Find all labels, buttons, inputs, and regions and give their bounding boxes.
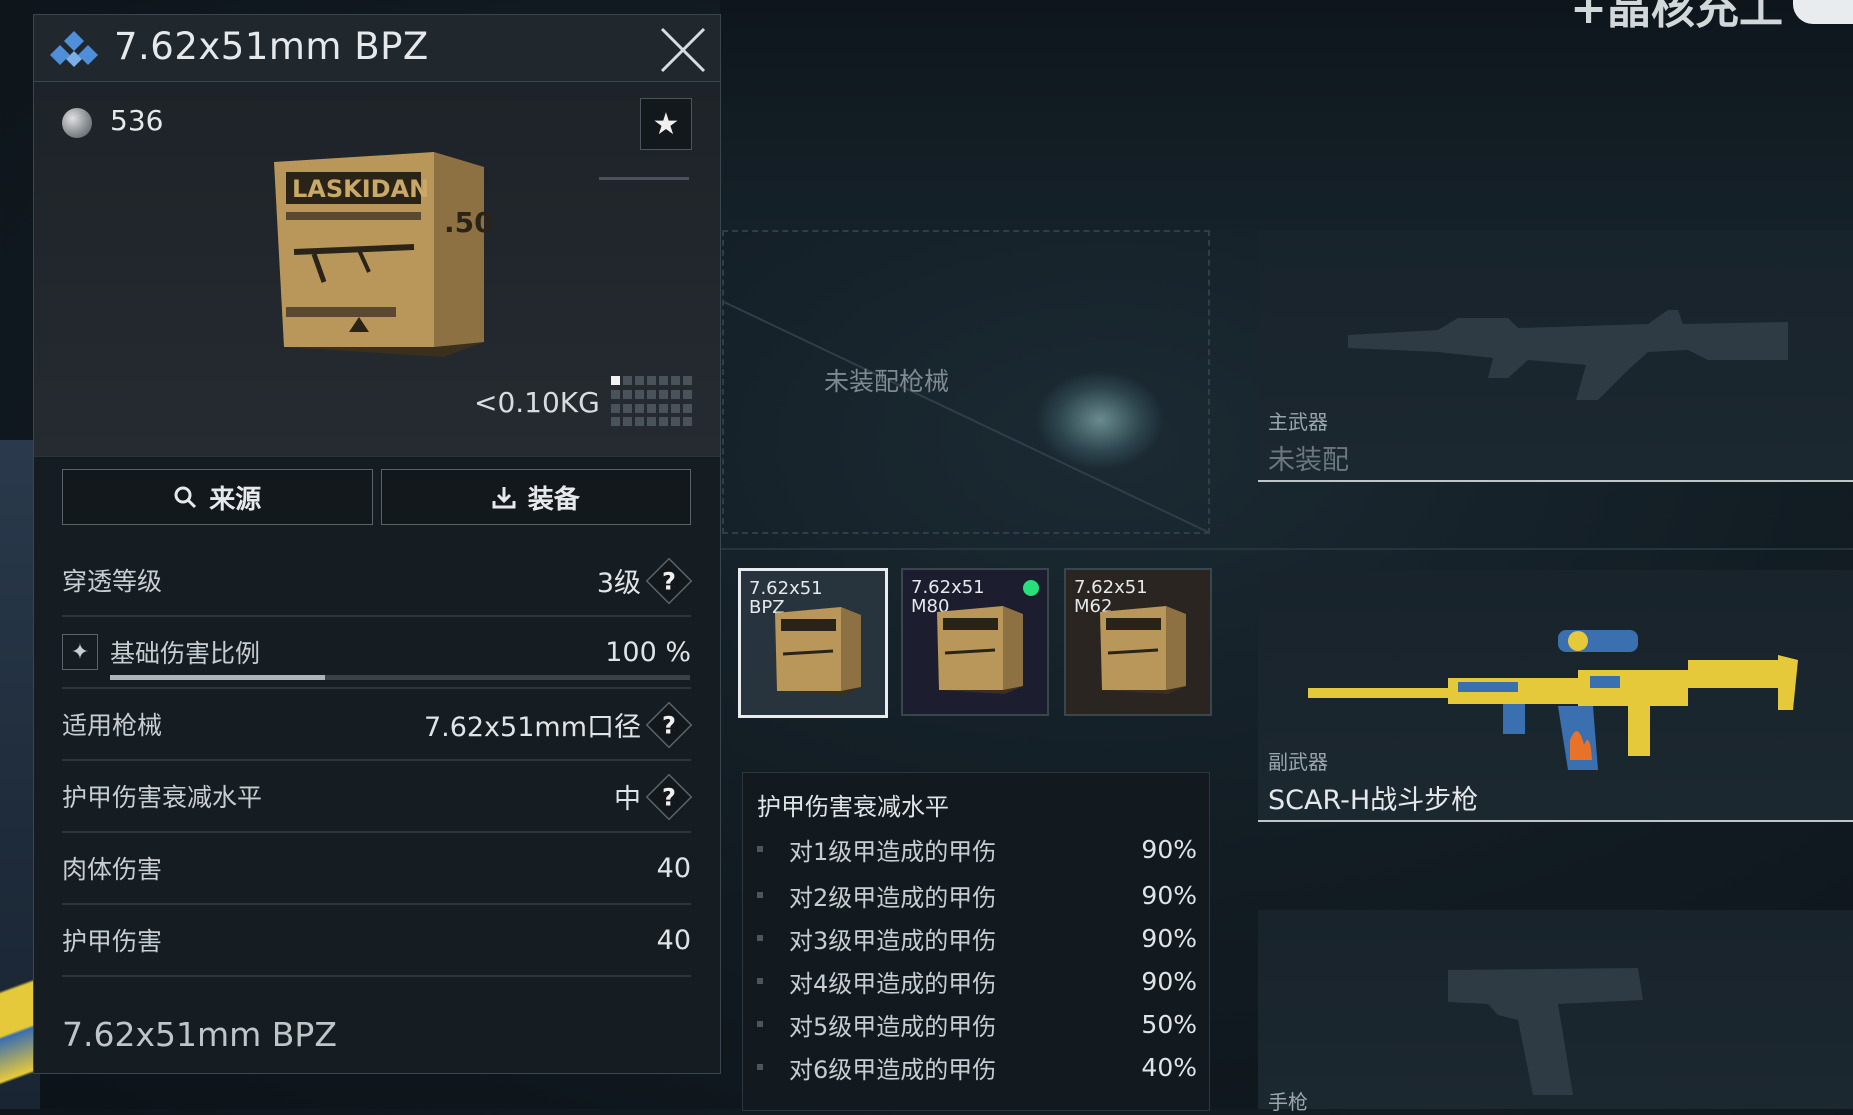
- item-title: 7.62x51mm BPZ: [114, 25, 429, 68]
- close-button[interactable]: [658, 25, 708, 75]
- slot-value: SCAR-H战斗步枪: [1268, 785, 1479, 816]
- light-glow: [1035, 370, 1165, 470]
- ammo-caliber: 7.62x51: [1074, 577, 1148, 598]
- reduction-label: 对1级甲造成的甲伤: [789, 837, 997, 866]
- reduction-row: 对3级甲造成的甲伤 90%: [757, 918, 1197, 958]
- stat-label: 基础伤害比例: [110, 639, 261, 668]
- box-brand-text: LASKIDAN: [292, 175, 429, 203]
- ammo-caliber: 7.62x51: [749, 578, 823, 599]
- reduction-row: 对6级甲造成的甲伤 40%: [757, 1047, 1197, 1087]
- top-corner-text: +晶核充工: [1570, 0, 1783, 34]
- stat-label: 肉体伤害: [62, 855, 163, 884]
- ammo-option-m80[interactable]: 7.62x51 M80: [901, 568, 1049, 716]
- stats-list: 穿透等级 3级 ? ✦ 基础伤害比例 100 % 适用枪械 7.62x51mm口…: [62, 545, 693, 977]
- stat-value: 40: [656, 924, 691, 956]
- slot-label: 主武器: [1268, 410, 1328, 434]
- equip-button-label: 装备: [527, 484, 580, 515]
- coin-icon: [62, 108, 92, 138]
- pistol-slot[interactable]: 手枪: [1258, 910, 1853, 1114]
- reduction-value: 90%: [1141, 923, 1197, 953]
- search-icon: [174, 486, 197, 509]
- rifle-silhouette-icon: [1348, 310, 1788, 400]
- reduction-label: 对4级甲造成的甲伤: [789, 969, 997, 998]
- divider: [720, 548, 1853, 550]
- source-button-label: 来源: [209, 484, 262, 515]
- damage-ratio-bar: [110, 675, 690, 680]
- stat-base-damage: ✦ 基础伤害比例 100 %: [62, 617, 691, 689]
- ammo-box-thumbnail: [937, 606, 1023, 694]
- item-weight: <0.10KG: [474, 386, 600, 419]
- favorite-button[interactable]: ★: [640, 98, 692, 150]
- reduction-value: 90%: [1141, 834, 1197, 864]
- stat-compatible-weapons: 适用枪械 7.62x51mm口径 ?: [62, 689, 693, 761]
- secondary-weapon-slot[interactable]: 副武器 SCAR-H战斗步枪: [1258, 570, 1853, 822]
- question-icon: ?: [662, 782, 676, 812]
- decor-line: [599, 177, 689, 180]
- panel-header: 7.62x51mm BPZ: [34, 15, 720, 82]
- help-button[interactable]: ?: [645, 773, 693, 821]
- equipped-indicator: [1023, 580, 1039, 596]
- scar-h-rifle-image: [1308, 630, 1798, 770]
- tooltip-title: 护甲伤害衰减水平: [757, 793, 949, 821]
- empty-weapon-label: 未装配枪械: [824, 367, 950, 396]
- item-price: 536: [110, 104, 164, 137]
- reduction-label: 对3级甲造成的甲伤: [789, 926, 997, 955]
- reduction-row: 对5级甲造成的甲伤 50%: [757, 1004, 1197, 1044]
- stat-label: 穿透等级: [62, 567, 163, 596]
- damage-ratio-bar-fill: [110, 675, 325, 680]
- question-icon: ?: [662, 566, 676, 596]
- ammo-caliber: 7.62x51: [911, 577, 985, 598]
- stat-value: 3级: [596, 567, 641, 599]
- stat-value: 7.62x51mm口径: [423, 711, 641, 743]
- equip-button[interactable]: 装备: [380, 469, 691, 525]
- star-icon: ★: [652, 106, 680, 142]
- source-button[interactable]: 来源: [62, 469, 373, 525]
- reduction-label: 对6级甲造成的甲伤: [789, 1055, 997, 1084]
- slot-value: 未装配: [1268, 445, 1349, 476]
- stat-value: 中: [614, 783, 641, 815]
- item-size-grid-icon: [611, 376, 692, 428]
- item-preview: 536 ★ LASKIDAN .50 <0.10KG: [34, 82, 720, 457]
- slot-label: 手枪: [1268, 1090, 1308, 1114]
- ammo-option-m62[interactable]: 7.62x51 M62: [1064, 568, 1212, 716]
- reduction-value: 50%: [1141, 1009, 1197, 1039]
- stat-armor-falloff: 护甲伤害衰减水平 中 ?: [62, 761, 693, 833]
- reduction-row: 对4级甲造成的甲伤 90%: [757, 961, 1197, 1001]
- reduction-label: 对5级甲造成的甲伤: [789, 1012, 997, 1041]
- item-detail-panel: 7.62x51mm BPZ 536 ★ LASKIDAN .50 <0.10KG…: [33, 14, 721, 1074]
- help-button[interactable]: ?: [645, 557, 693, 605]
- stat-label: 护甲伤害: [62, 927, 163, 956]
- ammo-box-image: LASKIDAN .50: [274, 152, 494, 357]
- box-caliber-text: .50: [444, 206, 494, 239]
- reduction-row: 对2级甲造成的甲伤 90%: [757, 875, 1197, 915]
- stat-value: 40: [656, 852, 691, 884]
- armor-reduction-tooltip: 护甲伤害衰减水平 对1级甲造成的甲伤 90% 对2级甲造成的甲伤 90% 对3级甲造…: [742, 772, 1210, 1111]
- damage-ratio-icon: ✦: [62, 634, 98, 670]
- reduction-value: 40%: [1141, 1052, 1197, 1082]
- close-icon: [660, 27, 706, 73]
- slot-label: 副武器: [1268, 750, 1328, 774]
- question-icon: ?: [662, 710, 676, 740]
- primary-weapon-slot[interactable]: 主武器 未装配: [1258, 230, 1853, 482]
- action-buttons: 来源 装备: [62, 469, 691, 525]
- ammo-box-thumbnail: [775, 607, 861, 695]
- reduction-row: 对1级甲造成的甲伤 90%: [757, 829, 1197, 869]
- stat-flesh-damage: 肉体伤害 40: [62, 833, 691, 905]
- help-button[interactable]: ?: [645, 701, 693, 749]
- pistol-silhouette-icon: [1448, 968, 1643, 1095]
- reduction-label: 对2级甲造成的甲伤: [789, 883, 997, 912]
- item-name-footer: 7.62x51mm BPZ: [62, 1015, 337, 1054]
- reduction-value: 90%: [1141, 966, 1197, 996]
- stat-penetration: 穿透等级 3级 ?: [62, 545, 693, 617]
- ammo-box-thumbnail: [1100, 606, 1186, 694]
- corner-arrow-icon[interactable]: [1793, 0, 1853, 24]
- reduction-value: 90%: [1141, 880, 1197, 910]
- stat-label: 护甲伤害衰减水平: [62, 783, 263, 812]
- ammo-option-bpz[interactable]: 7.62x51 BPZ: [738, 568, 888, 718]
- download-icon: [492, 487, 516, 509]
- stat-armor-damage: 护甲伤害 40: [62, 905, 691, 977]
- stat-value: 100 %: [605, 636, 691, 668]
- rarity-diamond-icon: [50, 31, 98, 67]
- stat-label: 适用枪械: [62, 711, 163, 740]
